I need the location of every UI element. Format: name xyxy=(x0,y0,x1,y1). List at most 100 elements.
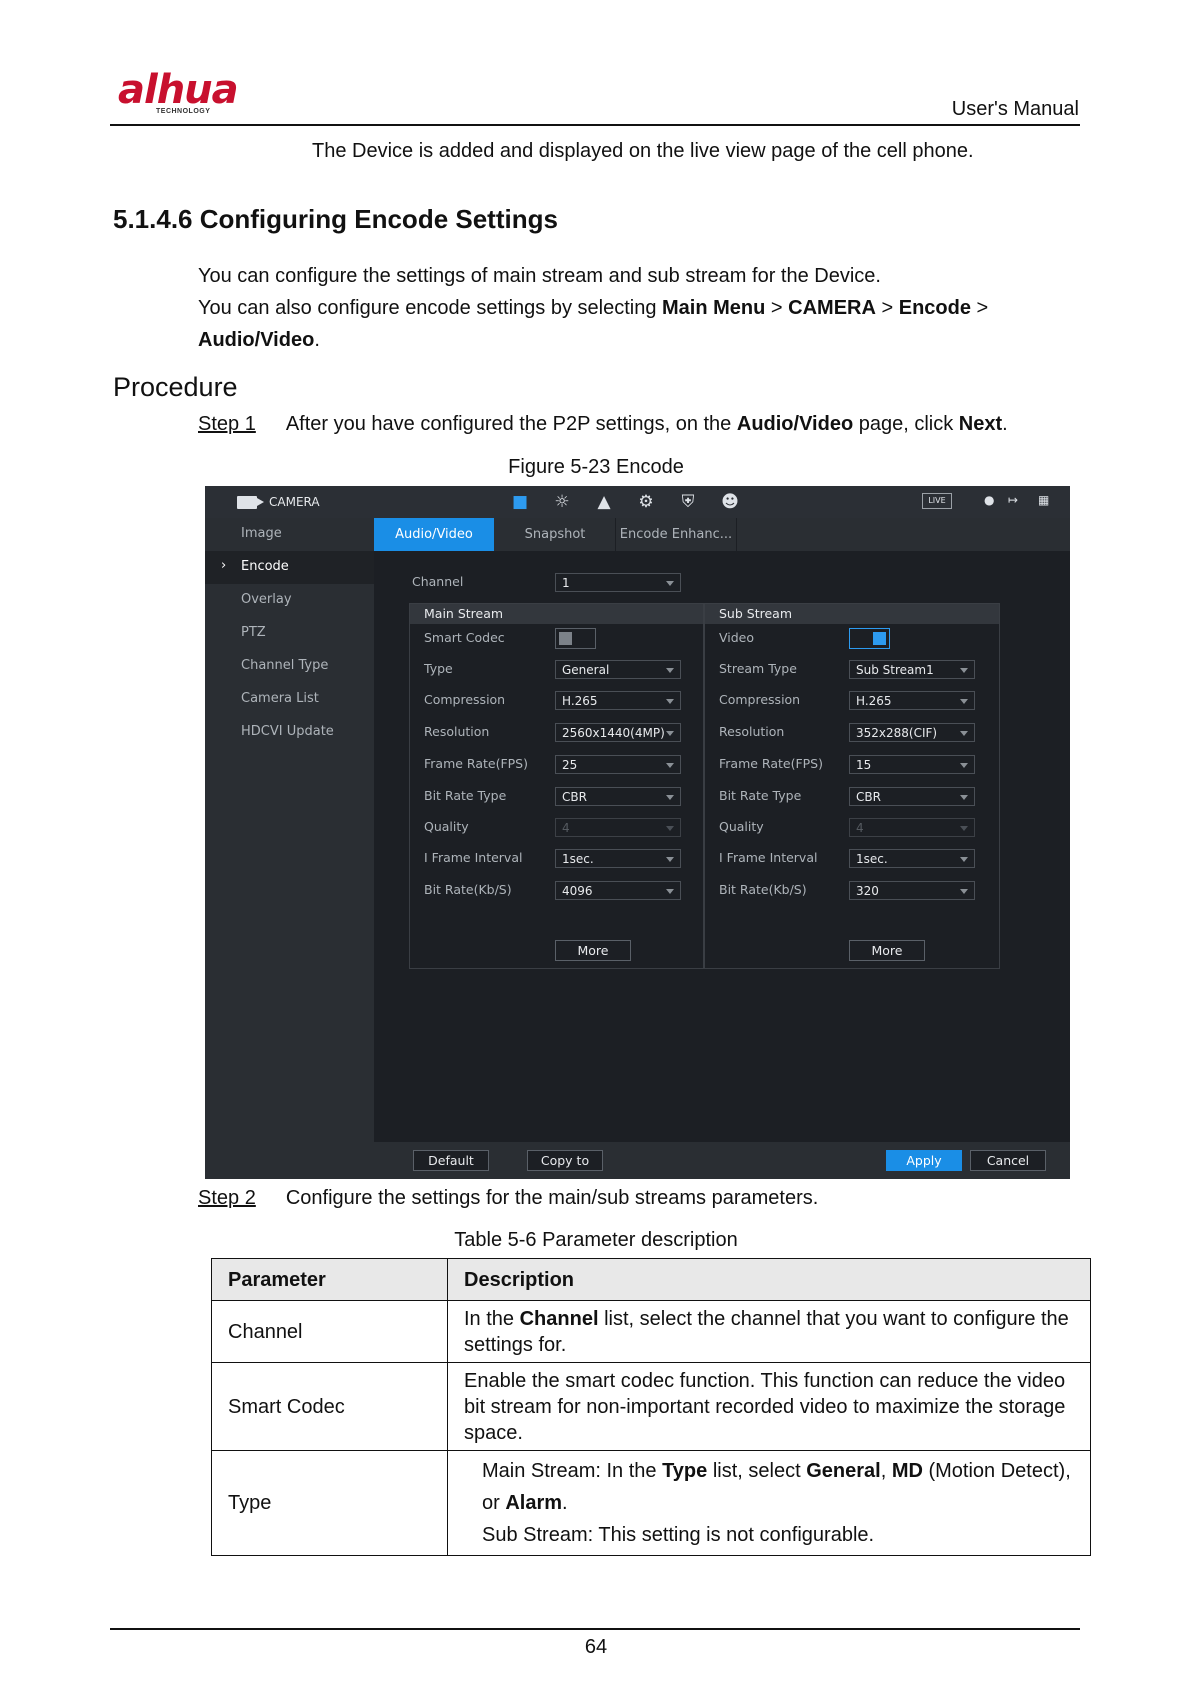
list-item: Main Stream: In the Type list, select Ge… xyxy=(482,1460,1071,1482)
header-parameter: Parameter xyxy=(211,1258,448,1301)
stream-type-select[interactable]: Sub Stream1 xyxy=(849,660,975,679)
system-icon[interactable]: ⚙ xyxy=(625,486,667,518)
encode-screenshot: CAMERA ■ ☼ ▲ ⚙ ⛨ ☻ LIVE ● ↦ ▦ Image › Enc… xyxy=(205,486,1070,1179)
figure-caption: Figure 5-23 Encode xyxy=(508,456,684,478)
cancel-button[interactable]: Cancel xyxy=(970,1150,1046,1171)
resolution-select[interactable]: 2560x1440(4MP) xyxy=(555,723,681,742)
sidebar-item-channel-type[interactable]: Channel Type xyxy=(205,650,374,683)
procedure-heading: Procedure xyxy=(113,372,238,402)
i-frame-interval-label: I Frame Interval xyxy=(424,850,523,865)
description-cell: Enable the smart codec function. This fu… xyxy=(447,1362,1091,1451)
compression-label: Compression xyxy=(424,692,506,707)
sub-quality-select: 4 xyxy=(849,818,975,837)
description-cell: Main Stream: In the Type list, select Ge… xyxy=(447,1450,1091,1556)
table-row: Channel In the Channel list, select the … xyxy=(211,1300,1091,1363)
tab-bar: Audio/Video Snapshot Encode Enhanc... xyxy=(374,518,1070,551)
param-cell: Channel xyxy=(211,1300,448,1363)
step-2-label: Step 2 xyxy=(198,1187,256,1209)
header-title: User's Manual xyxy=(951,98,1079,120)
i-frame-interval-select[interactable]: 1sec. xyxy=(555,849,681,868)
table-row: Type Main Stream: In the Type list, sele… xyxy=(211,1450,1091,1556)
paragraph-1: You can configure the settings of main s… xyxy=(198,265,881,287)
bit-rate-select[interactable]: 4096 xyxy=(555,881,681,900)
bit-rate-label: Bit Rate(Kb/S) xyxy=(424,882,512,897)
logo-subtitle: TECHNOLOGY xyxy=(156,108,211,115)
grid-icon[interactable]: ▦ xyxy=(1038,493,1049,507)
video-toggle[interactable] xyxy=(849,628,890,649)
sub-bit-rate-label: Bit Rate(Kb/S) xyxy=(719,882,807,897)
apply-button[interactable]: Apply xyxy=(886,1150,962,1171)
logout-icon[interactable]: ↦ xyxy=(1008,493,1018,507)
intro-line: The Device is added and displayed on the… xyxy=(312,140,974,162)
sub-bit-rate-type-label: Bit Rate Type xyxy=(719,788,802,803)
page-number: 64 xyxy=(584,1636,608,1658)
sidebar-item-hdcvi-update[interactable]: HDCVI Update xyxy=(205,716,374,749)
account-icon[interactable]: ☻ xyxy=(709,486,751,518)
channel-select[interactable]: 1 xyxy=(555,573,681,592)
sidebar-item-encode[interactable]: › Encode xyxy=(205,551,374,584)
tab-audio-video[interactable]: Audio/Video xyxy=(374,518,494,551)
sub-compression-select[interactable]: H.265 xyxy=(849,691,975,710)
sub-resolution-select[interactable]: 352x288(CIF) xyxy=(849,723,975,742)
quality-select: 4 xyxy=(555,818,681,837)
network-icon[interactable]: ☼ xyxy=(541,486,583,518)
security-icon[interactable]: ⛨ xyxy=(667,486,709,518)
main-stream-panel: Main Stream xyxy=(409,603,704,969)
top-bar: CAMERA ■ ☼ ▲ ⚙ ⛨ ☻ LIVE ● ↦ ▦ xyxy=(205,486,1070,518)
default-button[interactable]: Default xyxy=(413,1150,489,1171)
sidebar-item-image[interactable]: Image xyxy=(205,518,374,551)
sub-quality-label: Quality xyxy=(719,819,764,834)
smart-codec-label: Smart Codec xyxy=(424,630,505,645)
sub-i-frame-interval-label: I Frame Interval xyxy=(719,850,818,865)
sidebar-item-ptz[interactable]: PTZ xyxy=(205,617,374,650)
paragraph-2: You can also configure encode settings b… xyxy=(198,297,989,319)
compression-select[interactable]: H.265 xyxy=(555,691,681,710)
sidebar-item-overlay[interactable]: Overlay xyxy=(205,584,374,617)
frame-rate-select[interactable]: 25 xyxy=(555,755,681,774)
sub-stream-panel: Sub Stream xyxy=(704,603,1000,969)
table-caption: Table 5-6 Parameter description xyxy=(454,1229,738,1251)
sub-stream-title: Sub Stream xyxy=(705,604,999,624)
description-cell: In the Channel list, select the channel … xyxy=(447,1300,1091,1363)
brand-logo: alhua xyxy=(118,67,239,113)
user-icon[interactable]: ● xyxy=(984,493,994,507)
header-description: Description xyxy=(447,1258,1091,1301)
video-label: Video xyxy=(719,630,755,645)
list-item-cont: or Alarm. xyxy=(482,1492,568,1514)
live-button[interactable]: LIVE xyxy=(922,493,952,509)
main-more-button[interactable]: More xyxy=(555,940,631,961)
bit-rate-type-label: Bit Rate Type xyxy=(424,788,507,803)
bit-rate-type-select[interactable]: CBR xyxy=(555,787,681,806)
sub-frame-rate-select[interactable]: 15 xyxy=(849,755,975,774)
sidebar: Image › Encode Overlay PTZ Channel Type C… xyxy=(205,518,374,1179)
list-item: Sub Stream: This setting is not configur… xyxy=(482,1524,875,1546)
sub-more-button[interactable]: More xyxy=(849,940,925,961)
camera-icon xyxy=(237,496,264,509)
sub-bit-rate-select[interactable]: 320 xyxy=(849,881,975,900)
chevron-right-icon: › xyxy=(221,558,227,573)
quality-label: Quality xyxy=(424,819,469,834)
resolution-label: Resolution xyxy=(424,724,490,739)
section-title: 5.1.4.6 Configuring Encode Settings xyxy=(113,204,558,234)
footer-rule xyxy=(110,1628,1080,1630)
dropdown-arrow-icon xyxy=(666,581,674,586)
copy-to-button[interactable]: Copy to xyxy=(527,1150,603,1171)
type-select[interactable]: General xyxy=(555,660,681,679)
storage-icon[interactable]: ▲ xyxy=(583,486,625,518)
camera-menu-icon[interactable]: ■ xyxy=(499,486,541,518)
sub-bit-rate-type-select[interactable]: CBR xyxy=(849,787,975,806)
tab-encode-enhance[interactable]: Encode Enhanc... xyxy=(616,518,736,551)
sub-resolution-label: Resolution xyxy=(719,724,785,739)
sidebar-item-camera-list[interactable]: Camera List xyxy=(205,683,374,716)
sub-frame-rate-label: Frame Rate(FPS) xyxy=(719,756,823,771)
step-1-label: Step 1 xyxy=(198,413,256,435)
smart-codec-toggle[interactable] xyxy=(555,628,596,649)
sub-i-frame-interval-select[interactable]: 1sec. xyxy=(849,849,975,868)
tab-separator xyxy=(736,518,737,551)
frame-rate-label: Frame Rate(FPS) xyxy=(424,756,528,771)
tab-snapshot[interactable]: Snapshot xyxy=(495,518,615,551)
stream-type-label: Stream Type xyxy=(719,661,797,676)
main-stream-title: Main Stream xyxy=(410,604,703,624)
parameter-table: Parameter Description Channel In the Cha… xyxy=(211,1258,1091,1556)
sub-compression-label: Compression xyxy=(719,692,801,707)
